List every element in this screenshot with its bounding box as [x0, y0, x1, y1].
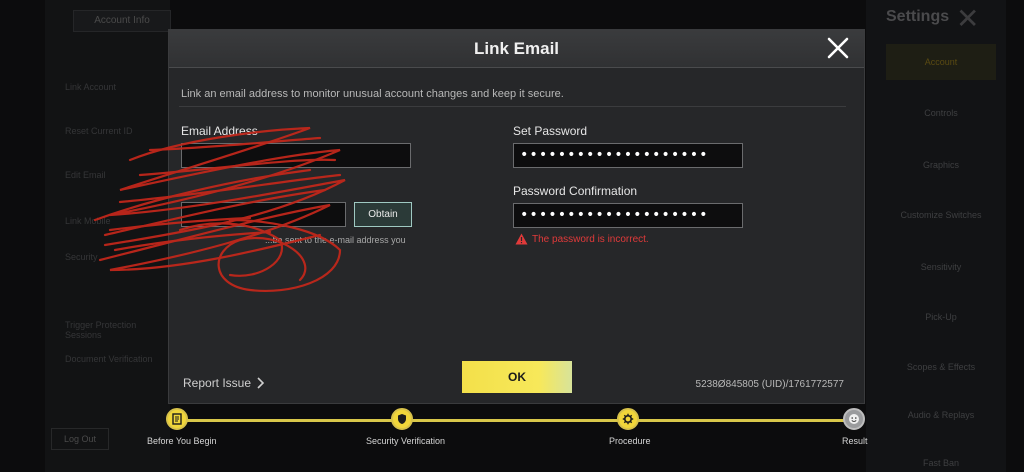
bg-tab: Sensitivity [920, 262, 962, 272]
bg-tab: Customize Switches [900, 210, 982, 220]
bg-row: Trigger Protection Sessions [65, 320, 137, 340]
step-security-verification-dot [391, 408, 413, 430]
bg-tab: Controls [924, 108, 958, 118]
step-label: Procedure [609, 436, 651, 446]
uid-text: 5238Ø845805 (UID)/1761772577 [695, 379, 844, 390]
step-result-dot [843, 408, 865, 430]
error-text: The password is incorrect. [532, 233, 649, 245]
close-icon [827, 37, 849, 59]
step-before-you-begin-dot [166, 408, 188, 430]
document-icon [172, 413, 182, 425]
dialog-title: Link Email [473, 39, 560, 58]
step-label: Result [842, 436, 868, 446]
obtain-code-button[interactable]: Obtain [354, 202, 412, 227]
dialog-header: Link Email [169, 30, 864, 68]
bg-close-icon: ✕ [956, 3, 980, 34]
gear-icon [622, 413, 634, 425]
close-button[interactable] [826, 36, 850, 60]
bg-account-info-button: Account Info [73, 10, 171, 32]
report-issue-label: Report Issue [183, 376, 252, 390]
bg-row: Edit Email [65, 170, 106, 180]
report-issue-link[interactable]: Report Issue [183, 376, 265, 390]
warning-icon [515, 233, 528, 245]
chevron-right-icon [257, 377, 265, 389]
background-left-panel: Account Info Link Account Reset Current … [45, 0, 171, 472]
bg-tab: Account [886, 44, 996, 80]
password-confirmation-label: Password Confirmation [513, 184, 638, 198]
dialog-description: Link an email address to monitor unusual… [181, 88, 564, 100]
stepper-track [178, 419, 853, 422]
set-password-label: Set Password [513, 124, 588, 138]
ok-button[interactable]: OK [462, 361, 572, 393]
bg-row: Link Mobile [65, 216, 111, 226]
verification-code-field[interactable] [181, 202, 346, 227]
bg-row: Reset Current ID [65, 126, 133, 136]
bg-row: Security [65, 252, 98, 262]
step-label: Security Verification [366, 436, 446, 446]
step-label: Before You Begin [147, 436, 217, 446]
smiley-icon [849, 414, 859, 424]
email-field[interactable] [181, 143, 411, 168]
progress-stepper: Before You Begin Security Verification P… [0, 404, 1024, 472]
bg-row: Document Verification [65, 354, 153, 364]
set-password-field[interactable]: •••••••••••••••••••• [513, 143, 743, 168]
password-confirmation-field[interactable]: •••••••••••••••••••• [513, 203, 743, 228]
step-procedure-dot [617, 408, 639, 430]
email-label: Email Address [181, 124, 258, 138]
shield-icon [398, 414, 406, 424]
bg-row: Link Account [65, 82, 117, 92]
bg-tab: Scopes & Effects [906, 362, 976, 372]
password-error: The password is incorrect. [515, 233, 649, 245]
bg-tab: Graphics [922, 160, 959, 170]
bg-tab: Pick-Up [925, 312, 957, 322]
code-hint-text: ...be sent to the e-mail address you [265, 235, 406, 245]
divider [179, 106, 846, 107]
link-email-dialog: Link Email Link an email address to moni… [168, 29, 865, 404]
bg-settings-title: Settings [886, 8, 950, 25]
background-settings-panel: Settings ✕ Account Controls Graphics Cus… [866, 0, 1006, 472]
